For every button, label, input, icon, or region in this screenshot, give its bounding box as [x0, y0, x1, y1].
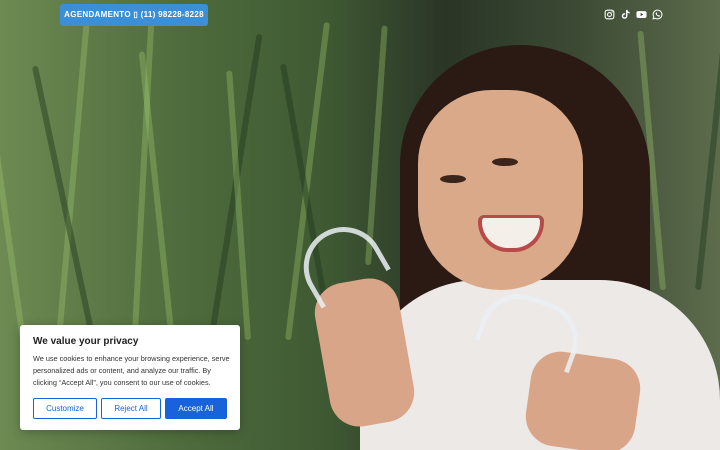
cookie-consent-banner: We value your privacy We use cookies to …	[20, 325, 240, 430]
face-shape	[418, 90, 583, 290]
leaf-shape	[0, 42, 26, 341]
cookie-description: We use cookies to enhance your browsing …	[33, 354, 230, 387]
tiktok-icon[interactable]	[620, 9, 631, 20]
agendamento-button[interactable]: AGENDAMENTO ▯ (11) 98228-8228	[60, 4, 208, 26]
cookie-title: We value your privacy	[33, 336, 139, 347]
eye-shape	[492, 158, 518, 166]
social-links	[604, 9, 663, 23]
leaf-shape	[205, 33, 263, 361]
leaf-shape	[695, 51, 720, 291]
instagram-icon[interactable]	[604, 9, 615, 20]
eye-shape	[440, 175, 466, 183]
youtube-icon[interactable]	[636, 9, 647, 20]
leaf-shape	[365, 25, 388, 266]
whatsapp-icon[interactable]	[652, 9, 663, 20]
customize-button[interactable]: Customize	[33, 398, 97, 419]
accept-all-button[interactable]: Accept All	[165, 398, 227, 419]
reject-all-button[interactable]: Reject All	[101, 398, 161, 419]
top-bar: AGENDAMENTO ▯ (11) 98228-8228	[0, 0, 720, 32]
